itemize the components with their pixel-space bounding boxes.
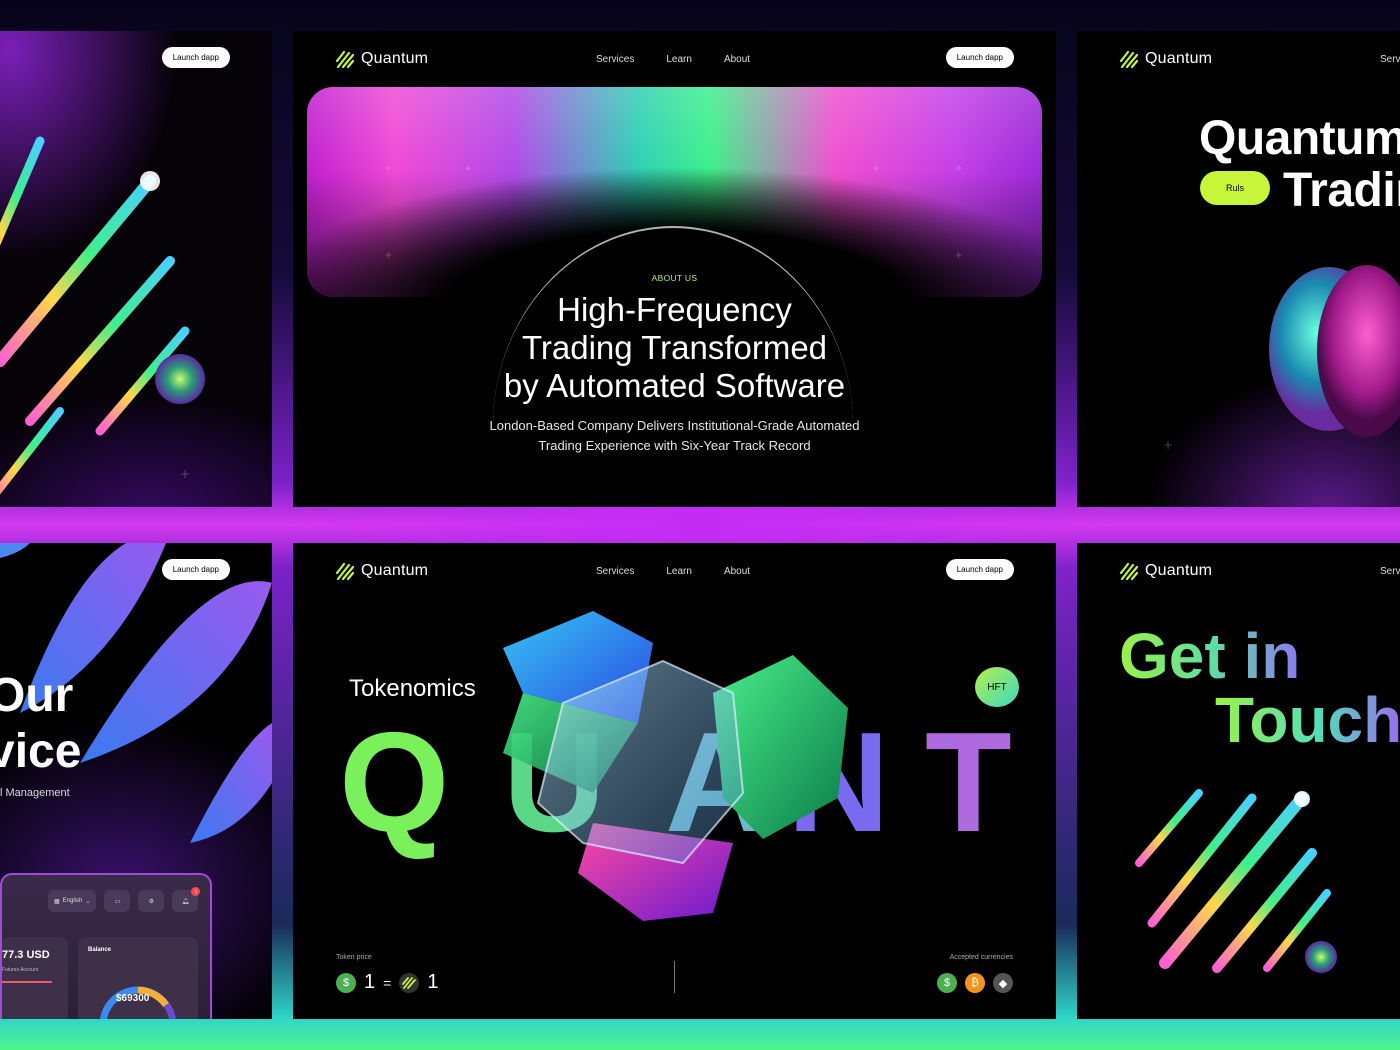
brand-logo[interactable]: Quantum bbox=[335, 49, 428, 69]
neon-streaks-illustration: + bbox=[0, 136, 205, 495]
dashboard-toolbar: ▦ English ⌄ ▭ ⚙ 🔔︎ 1 bbox=[48, 887, 201, 912]
bell-icon[interactable]: 🔔︎ 1 bbox=[172, 887, 201, 912]
contact-panel: Quantum Serv Get in Touch bbox=[1077, 543, 1400, 1019]
trading-panel: Quantum Serv Quantum Ruls Tradir + bbox=[1077, 31, 1400, 507]
heading-line: by Automated Software bbox=[503, 367, 846, 404]
grid-plus-icon: + bbox=[955, 161, 963, 175]
price-right-value: 1 bbox=[427, 971, 439, 993]
dashboard-preview: ▦ English ⌄ ▭ ⚙ 🔔︎ 1 77.3 USD Futures Ac… bbox=[0, 873, 212, 1019]
footer-divider bbox=[674, 961, 675, 993]
accepted-currencies-label: Accepted currencies bbox=[949, 954, 1013, 961]
heading-line: Our bbox=[0, 669, 74, 722]
accepted-currencies-list: $ ₿ ◆ bbox=[937, 973, 1013, 993]
launch-dapp-button[interactable]: Launch dapp bbox=[945, 47, 1014, 68]
gear-icon[interactable]: ⚙ bbox=[138, 890, 165, 912]
subtitle-line: Trading Experience with Six-Year Track R… bbox=[538, 438, 811, 453]
grid-plus-icon: + bbox=[385, 161, 393, 175]
glass-cubes-illustration bbox=[503, 611, 848, 921]
chevron-down-icon: ⌄ bbox=[85, 898, 91, 905]
nav-about-link[interactable]: About bbox=[724, 54, 750, 65]
quantum-token-icon bbox=[399, 972, 420, 993]
service-subtitle: l Management bbox=[0, 787, 70, 799]
token-price-label: Token price bbox=[336, 954, 372, 961]
section-eyebrow: ABOUT US bbox=[651, 273, 698, 283]
usd-coin-icon[interactable]: $ bbox=[937, 973, 957, 993]
service-heading: Our vice bbox=[0, 668, 81, 780]
price-left-value: 1 bbox=[364, 971, 376, 993]
futures-account-card: 77.3 USD Futures Account bbox=[2, 937, 68, 1019]
bell-glyph: 🔔︎ bbox=[181, 898, 190, 905]
svg-text:+: + bbox=[180, 467, 190, 481]
service-panel: Launch dapp Our vice l Management ▦ Engl… bbox=[0, 543, 272, 1019]
nav-services-link[interactable]: Services bbox=[596, 54, 634, 65]
brand-name: Quantum bbox=[361, 50, 429, 67]
streaks-panel: Launch dapp + bbox=[0, 31, 272, 507]
grid-plus-icon: + bbox=[873, 161, 881, 175]
svg-text:+: + bbox=[1163, 438, 1173, 452]
about-heading: High-Frequency Trading Transformed by Au… bbox=[293, 291, 1056, 405]
balance-card: Balance $69300 bbox=[78, 937, 198, 1019]
language-label: English bbox=[62, 898, 83, 904]
token-price-row: $ 1 = 1 bbox=[336, 971, 438, 994]
about-subtitle: London-Based Company Delivers Institutio… bbox=[293, 416, 1056, 456]
price-equals: = bbox=[383, 974, 392, 991]
top-nav: Quantum Services Learn About Launch dapp bbox=[293, 45, 1056, 73]
grid-plus-icon: + bbox=[955, 248, 963, 262]
account-progress-bar bbox=[2, 981, 52, 983]
heading-line: Trading Transformed bbox=[521, 329, 828, 366]
main-menu: Services Learn About bbox=[596, 54, 750, 65]
language-select[interactable]: ▦ English ⌄ bbox=[48, 890, 97, 912]
grid-plus-icon: + bbox=[385, 248, 393, 262]
grid-plus-icon: + bbox=[465, 161, 473, 175]
launch-dapp-button[interactable]: Launch dapp bbox=[161, 559, 230, 580]
nav-learn-link[interactable]: Learn bbox=[666, 54, 692, 65]
quantum-logo-icon bbox=[335, 50, 355, 69]
neon-streaks-illustration bbox=[1135, 789, 1337, 973]
ethereum-icon[interactable]: ◆ bbox=[993, 973, 1013, 993]
dollar-coin-icon: $ bbox=[336, 972, 356, 993]
hft-badge[interactable]: HFT bbox=[975, 667, 1019, 707]
heading-line: High-Frequency bbox=[557, 291, 792, 328]
usd-value: 77.3 USD bbox=[2, 949, 50, 961]
about-panel: + + + + + + Quantum Services Learn About… bbox=[293, 31, 1056, 507]
balance-value: $69300 bbox=[116, 993, 150, 1004]
uk-flag-icon: ▦ bbox=[54, 898, 60, 905]
balance-donut-chart bbox=[100, 986, 176, 1019]
wallet-icon[interactable]: ▭ bbox=[104, 890, 131, 912]
heading-line: vice bbox=[0, 725, 82, 778]
account-label: Futures Account bbox=[2, 967, 39, 973]
tokenomics-panel: Quantum Services Learn About Launch dapp… bbox=[293, 543, 1056, 1019]
coins-illustration: + bbox=[1163, 265, 1400, 452]
subtitle-line: London-Based Company Delivers Institutio… bbox=[489, 418, 860, 433]
bitcoin-icon[interactable]: ₿ bbox=[965, 973, 985, 993]
notification-badge: 1 bbox=[191, 887, 201, 896]
